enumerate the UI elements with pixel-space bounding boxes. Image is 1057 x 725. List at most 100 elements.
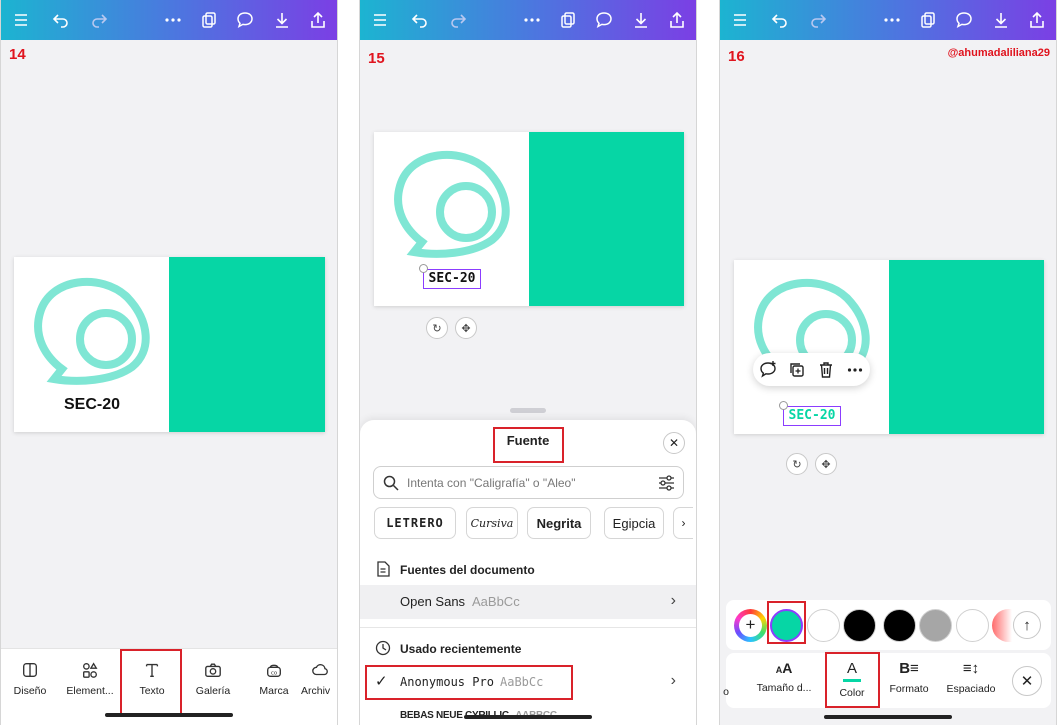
- nav-label: Galería: [195, 685, 231, 697]
- redo-icon[interactable]: [87, 8, 111, 32]
- pages-icon[interactable]: [556, 8, 580, 32]
- close-icon[interactable]: ✕: [1012, 666, 1042, 696]
- share-icon[interactable]: [1025, 8, 1049, 32]
- tool-font-size[interactable]: AA Tamaño d...: [752, 660, 816, 694]
- share-icon[interactable]: [665, 8, 689, 32]
- menu-icon[interactable]: [9, 8, 33, 32]
- font-search-input[interactable]: Intenta con "Caligrafía" o "Aleo": [373, 466, 684, 499]
- swatch-5[interactable]: [956, 609, 989, 642]
- design-canvas[interactable]: SEC-20: [734, 260, 1044, 434]
- tool-format[interactable]: B≡ Formato: [877, 660, 941, 695]
- design-text[interactable]: SEC-20: [44, 396, 140, 414]
- swatch-4[interactable]: [919, 609, 952, 642]
- editor-toolbar: [360, 0, 696, 40]
- sheet-handle[interactable]: [510, 408, 546, 413]
- home-indicator: [105, 713, 233, 717]
- swatch-3[interactable]: [883, 609, 916, 642]
- chip-egipcia[interactable]: Egipcia: [604, 507, 664, 539]
- resize-handle[interactable]: [419, 264, 428, 273]
- add-comment-icon[interactable]: [759, 361, 777, 379]
- chip-negrita[interactable]: Negrita: [527, 507, 591, 539]
- brand-icon: co: [267, 664, 281, 677]
- search-placeholder: Intenta con "Caligrafía" o "Aleo": [407, 476, 576, 490]
- filter-icon[interactable]: [658, 475, 675, 491]
- design-text-selected[interactable]: SEC-20: [423, 269, 481, 289]
- trash-icon[interactable]: [817, 361, 835, 379]
- search-icon: [383, 475, 399, 491]
- font-sheet: Fuente ✕ Intenta con "Caligrafía" o "Ale…: [360, 420, 696, 725]
- nav-elementos[interactable]: Element...: [59, 661, 121, 697]
- nav-label: Diseño: [13, 685, 47, 697]
- chip-letrero[interactable]: LETRERO: [374, 507, 456, 539]
- step-number: 15: [368, 50, 385, 67]
- swatch-2[interactable]: [843, 609, 876, 642]
- swatch-1[interactable]: [807, 609, 840, 642]
- pages-icon[interactable]: [197, 8, 221, 32]
- close-icon[interactable]: ✕: [663, 432, 685, 454]
- more-icon[interactable]: [846, 361, 864, 379]
- nav-archivos[interactable]: Archiv: [301, 661, 337, 697]
- more-icon[interactable]: [161, 8, 185, 32]
- format-icon: B≡: [899, 660, 919, 677]
- green-block[interactable]: [169, 257, 325, 432]
- document-icon: [377, 561, 390, 577]
- bottom-nav: Diseño Element... Texto Galería co Marca…: [1, 648, 337, 725]
- more-icon[interactable]: [520, 8, 544, 32]
- highlight-box: [365, 665, 573, 700]
- design-canvas[interactable]: SEC-20: [14, 257, 325, 432]
- nav-label: Marca: [259, 685, 289, 697]
- logo-image[interactable]: [392, 148, 514, 258]
- download-icon[interactable]: [629, 8, 653, 32]
- menu-icon[interactable]: [728, 8, 752, 32]
- home-indicator: [824, 715, 952, 719]
- step-number: 14: [9, 46, 26, 63]
- more-icon[interactable]: [880, 8, 904, 32]
- comment-icon[interactable]: [952, 8, 976, 32]
- tool-label: Formato: [889, 683, 929, 695]
- font-size-icon: AA: [775, 660, 793, 676]
- editor-toolbar: [720, 0, 1056, 40]
- move-icon[interactable]: ✥: [455, 317, 477, 339]
- arrow-up-icon[interactable]: ↑: [1013, 611, 1041, 639]
- home-indicator: [464, 715, 592, 719]
- share-icon[interactable]: [306, 8, 330, 32]
- pages-icon[interactable]: [916, 8, 940, 32]
- nav-galeria[interactable]: Galería: [182, 661, 244, 697]
- design-canvas[interactable]: SEC-20: [374, 132, 684, 306]
- rotate-icon[interactable]: ↻: [786, 453, 808, 475]
- tutorial-collage: 14 SEC-20 Diseño Element... Texto Galerí…: [0, 0, 1057, 725]
- nav-diseno[interactable]: Diseño: [1, 661, 61, 697]
- tool-spacing[interactable]: ≡↕ Espaciado: [939, 660, 1003, 695]
- highlight-box: [767, 601, 806, 644]
- context-menu: [753, 353, 870, 386]
- move-icon[interactable]: ✥: [815, 453, 837, 475]
- undo-icon[interactable]: [49, 8, 73, 32]
- logo-image[interactable]: [32, 275, 154, 385]
- menu-icon[interactable]: [368, 8, 392, 32]
- recent-title: Usado recientemente: [400, 642, 522, 656]
- color-wheel-button[interactable]: +: [734, 609, 767, 642]
- svg-text:co: co: [271, 671, 277, 677]
- undo-icon[interactable]: [408, 8, 432, 32]
- green-block[interactable]: [529, 132, 684, 306]
- rotate-icon[interactable]: ↻: [426, 317, 448, 339]
- download-icon[interactable]: [989, 8, 1013, 32]
- chip-cursiva[interactable]: Cursiva: [466, 507, 518, 539]
- download-icon[interactable]: [270, 8, 294, 32]
- comment-icon[interactable]: [233, 8, 257, 32]
- font-name: Open Sans: [400, 594, 466, 609]
- comment-icon[interactable]: [592, 8, 616, 32]
- duplicate-icon[interactable]: [788, 361, 806, 379]
- resize-handle[interactable]: [779, 401, 788, 410]
- doc-fonts-title: Fuentes del documento: [400, 563, 535, 577]
- redo-icon[interactable]: [806, 8, 830, 32]
- design-text-selected[interactable]: SEC-20: [783, 406, 841, 426]
- redo-icon[interactable]: [446, 8, 470, 32]
- chevron-right-icon: ›: [670, 592, 676, 609]
- nav-marca[interactable]: co Marca: [243, 661, 305, 697]
- green-block[interactable]: [889, 260, 1044, 434]
- clock-icon: [375, 640, 391, 656]
- undo-icon[interactable]: [768, 8, 792, 32]
- chevron-right-icon[interactable]: ›: [673, 507, 693, 539]
- font-row-open-sans[interactable]: Open Sans AaBbCc ›: [360, 585, 696, 619]
